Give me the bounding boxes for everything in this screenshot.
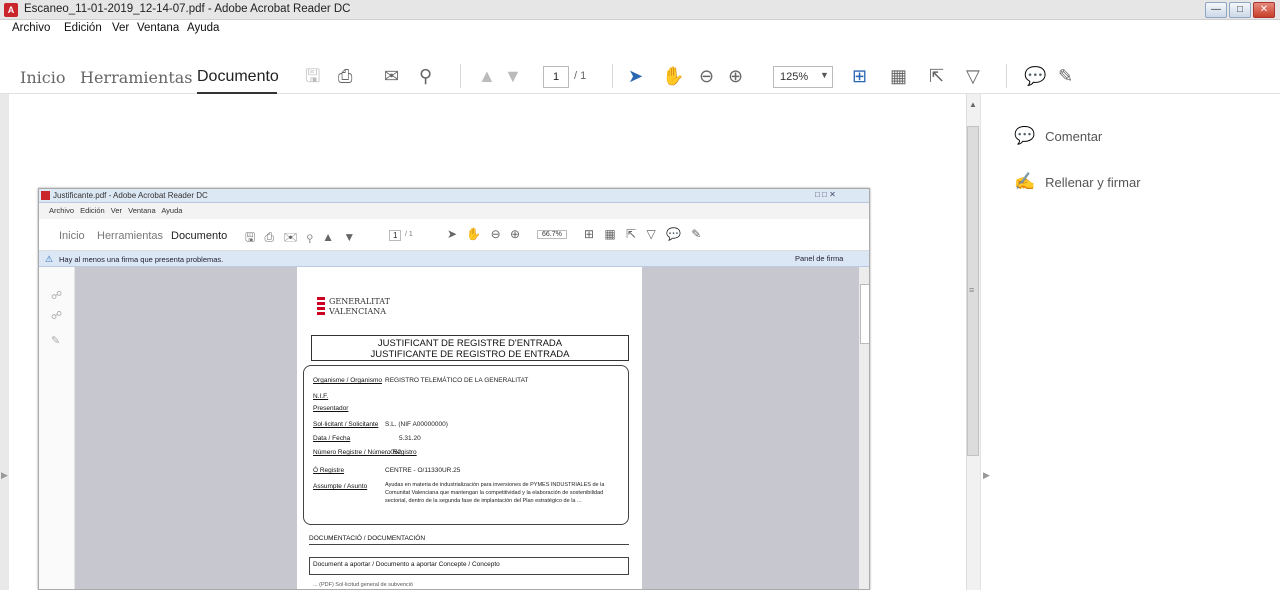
scan-tab-documento: Documento bbox=[171, 230, 228, 242]
tab-herramientas[interactable]: Herramientas bbox=[80, 68, 193, 87]
field-value: 5.31.20 bbox=[399, 435, 421, 442]
scroll-up-icon[interactable]: ▲ bbox=[969, 100, 977, 109]
field-label: Data / Fecha bbox=[313, 435, 351, 442]
comment-icon[interactable]: 💬 bbox=[1024, 66, 1046, 86]
scan-menu: Archivo Edición Ver Ventana Ayuda bbox=[49, 206, 183, 215]
scan-heading-1: JUSTIFICANT DE REGISTRE D'ENTRADA bbox=[377, 338, 563, 349]
panel-item-comentar[interactable]: 💬 Comentar bbox=[1014, 126, 1102, 146]
zoom-in-icon[interactable]: ⊕ bbox=[728, 66, 743, 86]
scan-signature-warning-icon: ⚠ bbox=[45, 254, 54, 264]
expand-left-panel-icon[interactable]: ▶ bbox=[1, 470, 8, 481]
toolbar-separator bbox=[460, 64, 461, 88]
collapse-panel-icon[interactable]: ▶ bbox=[983, 470, 990, 481]
scan-page-input: 1 bbox=[389, 230, 402, 241]
scan-nav-icons: ➤ ✋ ⊖ ⊕ bbox=[447, 227, 521, 241]
page-total: / 1 bbox=[574, 70, 587, 82]
toolbar-separator bbox=[1006, 64, 1007, 88]
scanned-page-image: Justificante.pdf - Adobe Acrobat Reader … bbox=[38, 188, 870, 590]
scan-toolbar-icons: 🖫 ⎙ ✉ ⚲ ▲ ▼ bbox=[245, 230, 356, 244]
field-label: Ó Registre bbox=[313, 467, 345, 474]
right-tools-panel bbox=[980, 94, 1280, 590]
field-label: Presentador bbox=[313, 405, 349, 412]
page-number-input[interactable]: 1 bbox=[543, 66, 569, 88]
field-value: ...052 bbox=[385, 449, 402, 456]
scan-acrobat-icon bbox=[41, 191, 50, 200]
scan-banner-text: Hay al menos una firma que presenta prob… bbox=[59, 255, 224, 264]
field-label: N.I.F. bbox=[313, 393, 329, 400]
menu-archivo[interactable]: Archivo bbox=[12, 22, 50, 34]
toolbar-separator bbox=[612, 64, 613, 88]
comment-icon: 💬 bbox=[1014, 126, 1036, 145]
scan-signature-panel-button: Panel de firma bbox=[795, 254, 844, 263]
panel-item-label: Comentar bbox=[1045, 128, 1103, 144]
left-panel-strip[interactable] bbox=[0, 94, 9, 590]
scan-window-title: Justificante.pdf - Adobe Acrobat Reader … bbox=[53, 191, 208, 200]
panel-item-rellenar-firmar[interactable]: ✍ Rellenar y firmar bbox=[1014, 172, 1141, 192]
minimize-button[interactable]: — bbox=[1205, 2, 1227, 18]
scan-tab-inicio: Inicio bbox=[59, 230, 85, 242]
field-value: Ayudas en materia de industrialización p… bbox=[385, 482, 605, 504]
panel-item-label: Rellenar y firmar bbox=[1045, 174, 1141, 190]
menu-ayuda[interactable]: Ayuda bbox=[187, 22, 219, 34]
tab-inicio[interactable]: Inicio bbox=[20, 68, 65, 87]
window-title: Escaneo_11-01-2019_12-14-07.pdf - Adobe … bbox=[24, 3, 351, 15]
prev-page-icon[interactable]: ▲ bbox=[478, 66, 496, 86]
tab-documento[interactable]: Documento bbox=[197, 68, 279, 86]
scan-zoom-select: 66.7% bbox=[537, 230, 567, 239]
next-page-icon[interactable]: ▼ bbox=[504, 66, 522, 86]
select-arrow-icon[interactable]: ➤ bbox=[628, 66, 643, 86]
logo-line-2: VALENCIANA bbox=[329, 307, 386, 316]
menu-ventana[interactable]: Ventana bbox=[137, 22, 179, 34]
scan-view-icons: ⊞ ▦ ⇱ ▽ 💬 ✎ bbox=[584, 227, 702, 241]
scan-page-total: / 1 bbox=[405, 231, 413, 238]
scrollbar-grip-icon: ≡ bbox=[969, 285, 975, 295]
menu-edicion[interactable]: Edición bbox=[64, 22, 102, 34]
email-icon[interactable]: ✉ bbox=[384, 66, 399, 86]
scan-attachments-icon: ☍ bbox=[51, 310, 63, 322]
field-value: CENTRE - O/11330UR.25 bbox=[385, 467, 461, 474]
hand-icon[interactable]: ✋ bbox=[662, 66, 684, 86]
search-icon[interactable]: ⚲ bbox=[419, 66, 432, 86]
field-value: REGISTRO TELEMÁTICO DE LA GENERALITAT bbox=[385, 377, 529, 384]
full-screen-icon[interactable]: ⇱ bbox=[929, 66, 944, 86]
scan-doc-box-text: Document a aportar / Documento a aportar… bbox=[313, 561, 500, 568]
scroll-mode-icon[interactable]: ▦ bbox=[890, 66, 907, 86]
scan-tab-herramientas: Herramientas bbox=[97, 230, 164, 242]
scan-doc-line: ... (PDF) Sol·licitud general de subvenc… bbox=[313, 582, 413, 588]
field-label: Sol·licitant / Solicitante bbox=[313, 421, 379, 428]
maximize-button[interactable]: □ bbox=[1229, 2, 1251, 18]
generalitat-logo-icon bbox=[317, 297, 325, 317]
field-label: Assumpte / Asunto bbox=[313, 483, 368, 490]
fit-page-icon[interactable]: ⊞ bbox=[852, 66, 867, 86]
print-icon[interactable]: ⎙ bbox=[338, 66, 352, 86]
pen-icon[interactable]: ✎ bbox=[1058, 66, 1073, 86]
scan-heading-2: JUSTIFICANTE DE REGISTRO DE ENTRADA bbox=[370, 349, 570, 360]
scan-divider bbox=[309, 544, 629, 545]
scan-window-buttons-icon: □ □ ✕ bbox=[815, 190, 836, 199]
scan-scrollbar-thumb bbox=[860, 284, 869, 344]
scan-thumbnails-icon: ☍ bbox=[51, 290, 63, 302]
scan-doc-heading: DOCUMENTACIÓ / DOCUMENTACIÓN bbox=[309, 535, 426, 542]
menu-ver[interactable]: Ver bbox=[112, 22, 129, 34]
sign-pen-icon: ✍ bbox=[1014, 172, 1036, 191]
scan-signatures-icon: ✎ bbox=[51, 335, 61, 347]
field-value: S.L. (NIF A00000000) bbox=[385, 421, 448, 428]
logo-line-1: GENERALITAT bbox=[329, 297, 390, 306]
read-mode-icon[interactable]: ▽ bbox=[966, 66, 980, 86]
field-label: Organisme / Organismo bbox=[313, 377, 382, 384]
acrobat-icon: A bbox=[4, 3, 18, 17]
close-button[interactable]: ✕ bbox=[1253, 2, 1275, 18]
chevron-down-icon[interactable]: ▼ bbox=[820, 70, 829, 80]
zoom-out-icon[interactable]: ⊖ bbox=[699, 66, 714, 86]
save-icon[interactable]: 🖫 bbox=[305, 66, 320, 86]
